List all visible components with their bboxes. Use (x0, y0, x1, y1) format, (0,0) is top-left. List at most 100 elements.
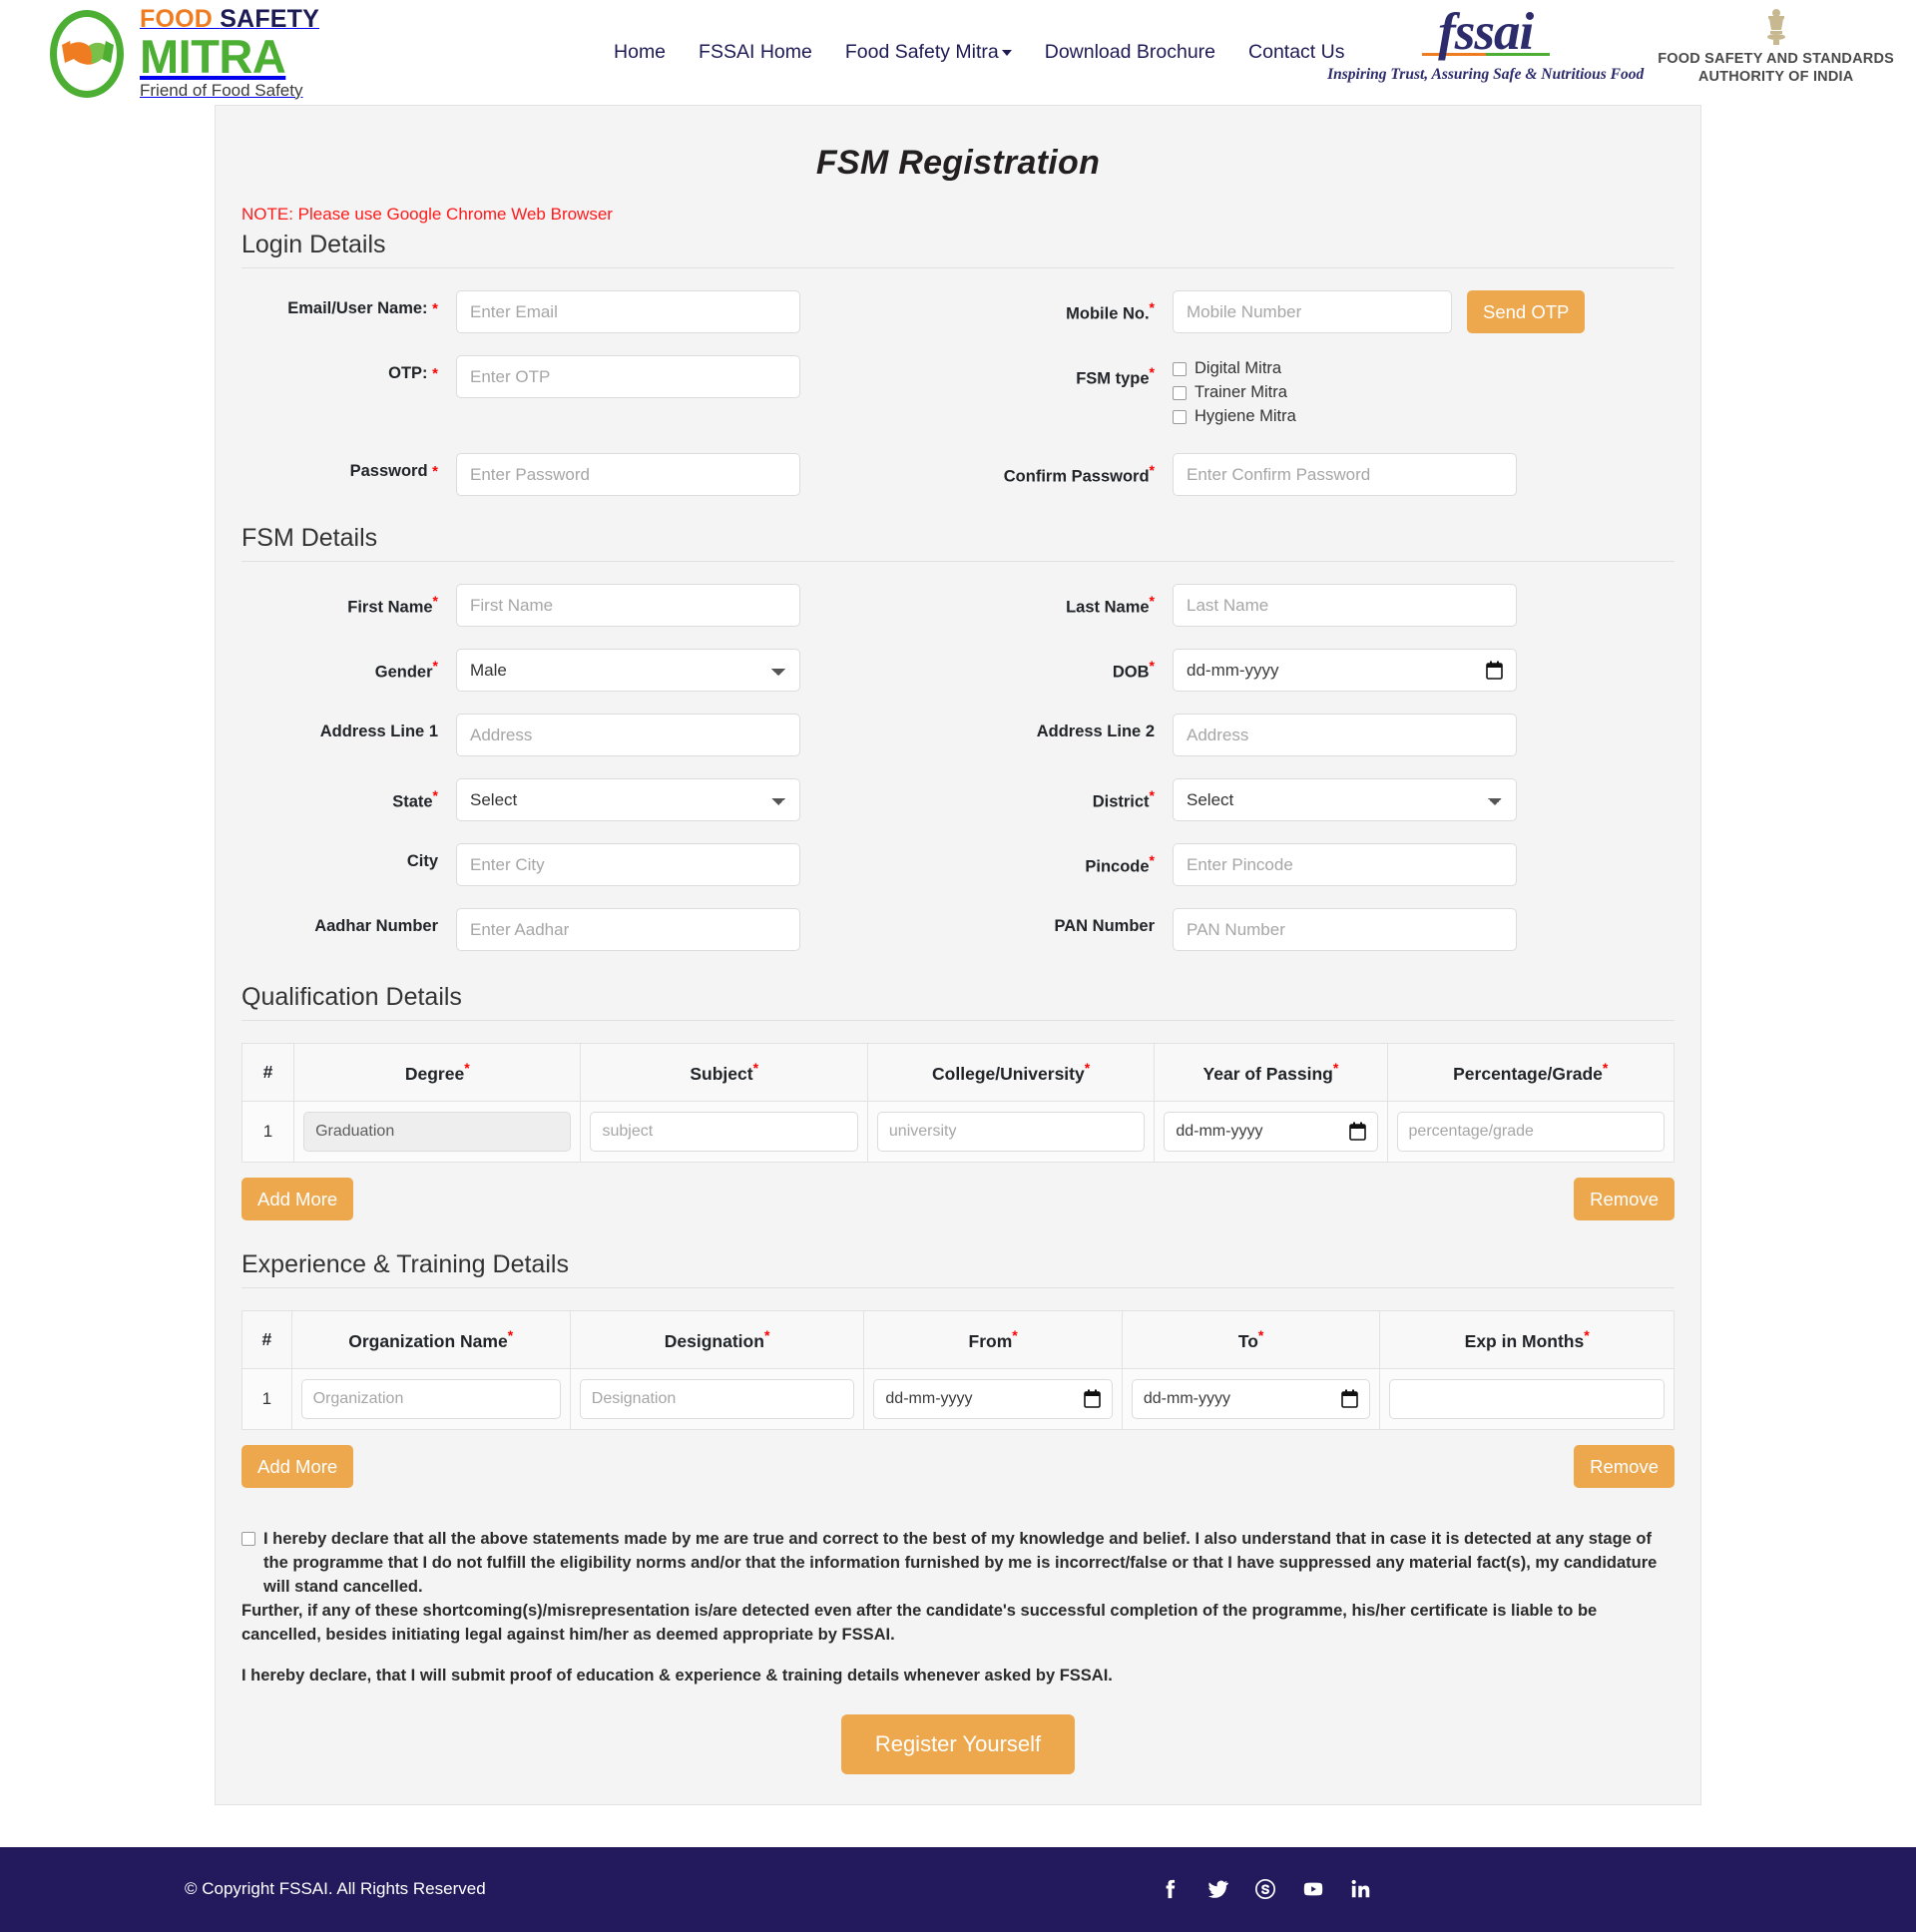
first-name-input[interactable] (456, 584, 800, 628)
nav-item-fssai-home[interactable]: FSSAI Home (699, 41, 812, 64)
label-gender: Gender* (241, 649, 456, 683)
calendar-icon[interactable] (1348, 1122, 1366, 1142)
calendar-icon[interactable] (1486, 661, 1503, 680)
checkbox-box-icon[interactable] (1173, 361, 1187, 376)
fssai-logo-block[interactable]: fssai Inspiring Trust, Assuring Safe & N… (1327, 6, 1894, 86)
label-text: Last Name (1066, 598, 1150, 617)
district-select[interactable]: Select (1173, 778, 1517, 822)
form-row-otp-fsmtype: OTP: * FSM type* Digital Mitra Trainer M… (241, 355, 1675, 431)
calendar-icon[interactable] (1084, 1389, 1101, 1409)
label-address-line-2: Address Line 2 (958, 714, 1173, 741)
label-text: Confirm Password (1003, 467, 1150, 486)
email-input[interactable] (456, 290, 800, 333)
calendar-icon[interactable] (1341, 1389, 1359, 1409)
skype-icon[interactable] (1254, 1878, 1276, 1900)
nav-item-download-brochure[interactable]: Download Brochure (1045, 41, 1215, 64)
from-date-input[interactable]: dd-mm-yyyy (873, 1378, 1113, 1419)
required-marker: * (432, 300, 438, 317)
checkbox-hygiene-mitra[interactable]: Hygiene Mitra (1173, 407, 1517, 426)
year-of-passing-date-input[interactable]: dd-mm-yyyy (1164, 1111, 1378, 1152)
experience-add-more-button[interactable]: Add More (241, 1444, 354, 1489)
required-marker: * (1149, 852, 1155, 869)
field-confirm-password: Confirm Password* (958, 453, 1675, 497)
required-marker: * (432, 787, 438, 804)
field-pincode: Pincode* (958, 843, 1675, 887)
col-header-text: From (968, 1330, 1013, 1351)
city-input[interactable] (456, 843, 800, 887)
qualification-remove-button[interactable]: Remove (1574, 1177, 1675, 1221)
form-row-names: First Name* Last Name* (241, 584, 1675, 628)
col-header-percentage-grade: Percentage/Grade* (1386, 1043, 1676, 1102)
state-select[interactable]: Select (456, 778, 800, 822)
register-yourself-button[interactable]: Register Yourself (840, 1713, 1076, 1774)
confirm-password-input[interactable] (1173, 453, 1517, 497)
label-text: City (406, 852, 438, 871)
declaration-paragraph-3: I hereby declare, that I will submit pro… (241, 1666, 1113, 1685)
section-heading-experience-training-details: Experience & Training Details (241, 1250, 1675, 1289)
cell-percentage-grade (1386, 1100, 1676, 1163)
youtube-icon[interactable] (1302, 1878, 1324, 1900)
exp-in-months-input[interactable] (1389, 1378, 1665, 1419)
facebook-icon[interactable] (1159, 1878, 1181, 1900)
checkbox-trainer-mitra[interactable]: Trainer Mitra (1173, 383, 1517, 402)
qualification-add-more-button[interactable]: Add More (241, 1177, 354, 1221)
district-selected-value: Select (1187, 789, 1234, 809)
gender-select[interactable]: Male (456, 649, 800, 693)
required-marker: * (1149, 658, 1155, 675)
label-email: Email/User Name: * (241, 290, 456, 318)
label-confirm-password: Confirm Password* (958, 453, 1173, 487)
university-input[interactable] (876, 1111, 1146, 1152)
otp-input[interactable] (456, 355, 800, 399)
label-district: District* (958, 778, 1173, 812)
mobile-input[interactable] (1173, 290, 1452, 333)
required-marker: * (1012, 1327, 1018, 1344)
form-row-gender-dob: Gender* Male DOB* dd-mm-yyyy (241, 649, 1675, 693)
label-text: Email/User Name: (287, 299, 428, 317)
checkbox-digital-mitra[interactable]: Digital Mitra (1173, 359, 1517, 378)
last-name-input[interactable] (1173, 584, 1517, 628)
field-dob: DOB* dd-mm-yyyy (958, 649, 1675, 693)
brand-logo[interactable]: FOOD SAFETY MITRA Friend of Food Safety (44, 6, 319, 99)
send-otp-button[interactable]: Send OTP (1467, 290, 1586, 334)
qualification-table-wrapper: # Degree* Subject* College/University* Y… (240, 1043, 1676, 1163)
dob-date-input[interactable]: dd-mm-yyyy (1173, 649, 1517, 693)
field-last-name: Last Name* (958, 584, 1675, 628)
nav-item-home[interactable]: Home (614, 41, 666, 64)
designation-input[interactable] (579, 1378, 855, 1419)
pan-input[interactable] (1173, 908, 1517, 952)
organization-input[interactable] (300, 1378, 561, 1419)
label-dob: DOB* (958, 649, 1173, 683)
address-line-1-input[interactable] (456, 714, 800, 757)
required-marker: * (432, 463, 438, 481)
to-date-input[interactable]: dd-mm-yyyy (1131, 1378, 1371, 1419)
form-row-passwords: Password * Confirm Password* (241, 453, 1675, 497)
form-row-city-pincode: City Pincode* (241, 843, 1675, 887)
password-input[interactable] (456, 453, 800, 497)
subject-input[interactable] (590, 1111, 858, 1152)
handshake-icon (62, 40, 114, 65)
pincode-input[interactable] (1173, 843, 1517, 887)
experience-remove-button[interactable]: Remove (1574, 1444, 1675, 1489)
gender-selected-value: Male (470, 660, 507, 680)
twitter-icon[interactable] (1206, 1878, 1228, 1900)
experience-table: # Organization Name* Designation* From* … (241, 1310, 1675, 1430)
address-line-2-input[interactable] (1173, 714, 1517, 757)
checkbox-box-icon[interactable] (1173, 409, 1187, 424)
nav-label: FSSAI Home (699, 41, 812, 63)
label-text: Password (349, 462, 428, 481)
linkedin-icon[interactable] (1350, 1878, 1372, 1900)
required-marker: * (1149, 593, 1155, 610)
required-marker: * (464, 1060, 470, 1077)
checkbox-label: Hygiene Mitra (1195, 407, 1296, 426)
checkbox-box-icon[interactable] (1173, 385, 1187, 400)
field-address-line-1: Address Line 1 (241, 714, 958, 757)
label-first-name: First Name* (241, 584, 456, 618)
percentage-grade-input[interactable] (1396, 1111, 1665, 1152)
declaration-checkbox[interactable] (241, 1532, 255, 1547)
fssai-wordmark-text: fssai (1438, 3, 1534, 61)
to-placeholder-text: dd-mm-yyyy (1143, 1389, 1230, 1407)
declaration-paragraph-1-row: I hereby declare that all the above stat… (241, 1528, 1675, 1600)
aadhar-input[interactable] (456, 908, 800, 952)
cell-exp-in-months (1379, 1367, 1675, 1430)
nav-item-food-safety-mitra[interactable]: Food Safety Mitra (845, 41, 1012, 64)
